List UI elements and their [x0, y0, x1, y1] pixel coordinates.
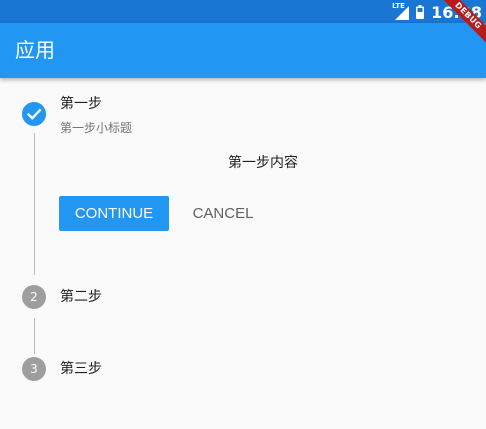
status-bar: LTE 16:38 [0, 0, 486, 23]
step-3-number-badge: 3 [22, 357, 46, 381]
check-icon [26, 108, 42, 120]
step-connector [34, 318, 35, 354]
debug-banner-container: DEBUG [426, 0, 486, 60]
step-1-content: 第一步内容 [228, 155, 298, 171]
step-2-title: 第二步 [60, 289, 102, 305]
step-2-number-badge: 2 [22, 285, 46, 309]
debug-banner: DEBUG [435, 0, 486, 49]
step-1-complete-indicator [22, 102, 46, 126]
battery-icon [416, 5, 425, 19]
continue-button[interactable]: CONTINUE [59, 196, 169, 231]
step-1-title: 第一步 [60, 96, 102, 112]
step-3-title: 第三步 [60, 361, 102, 377]
step-1-subtitle: 第一步小标题 [60, 121, 133, 135]
app-title: 应用 [15, 38, 55, 62]
signal-strength-icon [395, 6, 410, 20]
app-bar: 应用 [0, 23, 486, 78]
cancel-button[interactable]: CANCEL [180, 196, 266, 231]
step-connector [34, 133, 35, 275]
lte-signal-icon: LTE [392, 2, 410, 21]
